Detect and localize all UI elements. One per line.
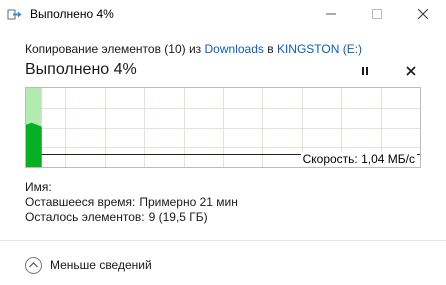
copy-description: Копирование элементов (10) из Downloads … — [25, 42, 362, 56]
progress-heading: Выполнено 4% — [25, 61, 137, 78]
details-panel: Имя: Оставшееся время: Примерно 21 мин Ос… — [25, 180, 238, 225]
divider — [0, 240, 446, 241]
maximize-icon — [372, 6, 382, 24]
pause-icon — [360, 63, 370, 81]
close-icon — [406, 63, 416, 81]
copy-arrow-icon — [7, 8, 23, 22]
source-link[interactable]: Downloads — [205, 42, 264, 56]
maximize-button[interactable] — [354, 0, 400, 30]
minimize-icon — [326, 6, 336, 24]
title-bar: Выполнено 4% — [0, 0, 446, 30]
chevron-up-icon — [25, 256, 42, 274]
speed-label: Скорость: 1,04 МБ/с — [300, 152, 417, 166]
items-remaining-value: 9 (19,5 ГБ) — [148, 210, 208, 224]
items-remaining-label: Осталось элементов: — [25, 210, 145, 224]
name-row: Имя: — [25, 180, 238, 195]
fewer-details-label: Меньше сведений — [50, 258, 152, 272]
minimize-button[interactable] — [308, 0, 354, 30]
copy-prefix: Копирование элементов (10) из — [25, 42, 205, 56]
window-title: Выполнено 4% — [30, 7, 114, 21]
name-label: Имя: — [25, 180, 52, 194]
window-close-button[interactable] — [400, 0, 446, 30]
items-remaining-row: Осталось элементов: 9 (19,5 ГБ) — [25, 210, 238, 225]
time-remaining-row: Оставшееся время: Примерно 21 мин — [25, 195, 238, 210]
copy-middle: в — [263, 42, 277, 56]
pause-button[interactable] — [357, 64, 373, 80]
speed-graph: Скорость: 1,04 МБ/с — [25, 87, 421, 168]
close-icon — [417, 6, 429, 24]
time-remaining-value: Примерно 21 мин — [139, 195, 238, 209]
destination-link[interactable]: KINGSTON (E:) — [277, 42, 362, 56]
cancel-copy-button[interactable] — [403, 64, 419, 80]
fewer-details-button[interactable]: Меньше сведений — [25, 255, 152, 275]
time-remaining-label: Оставшееся время: — [25, 195, 136, 209]
speed-area — [26, 122, 42, 167]
